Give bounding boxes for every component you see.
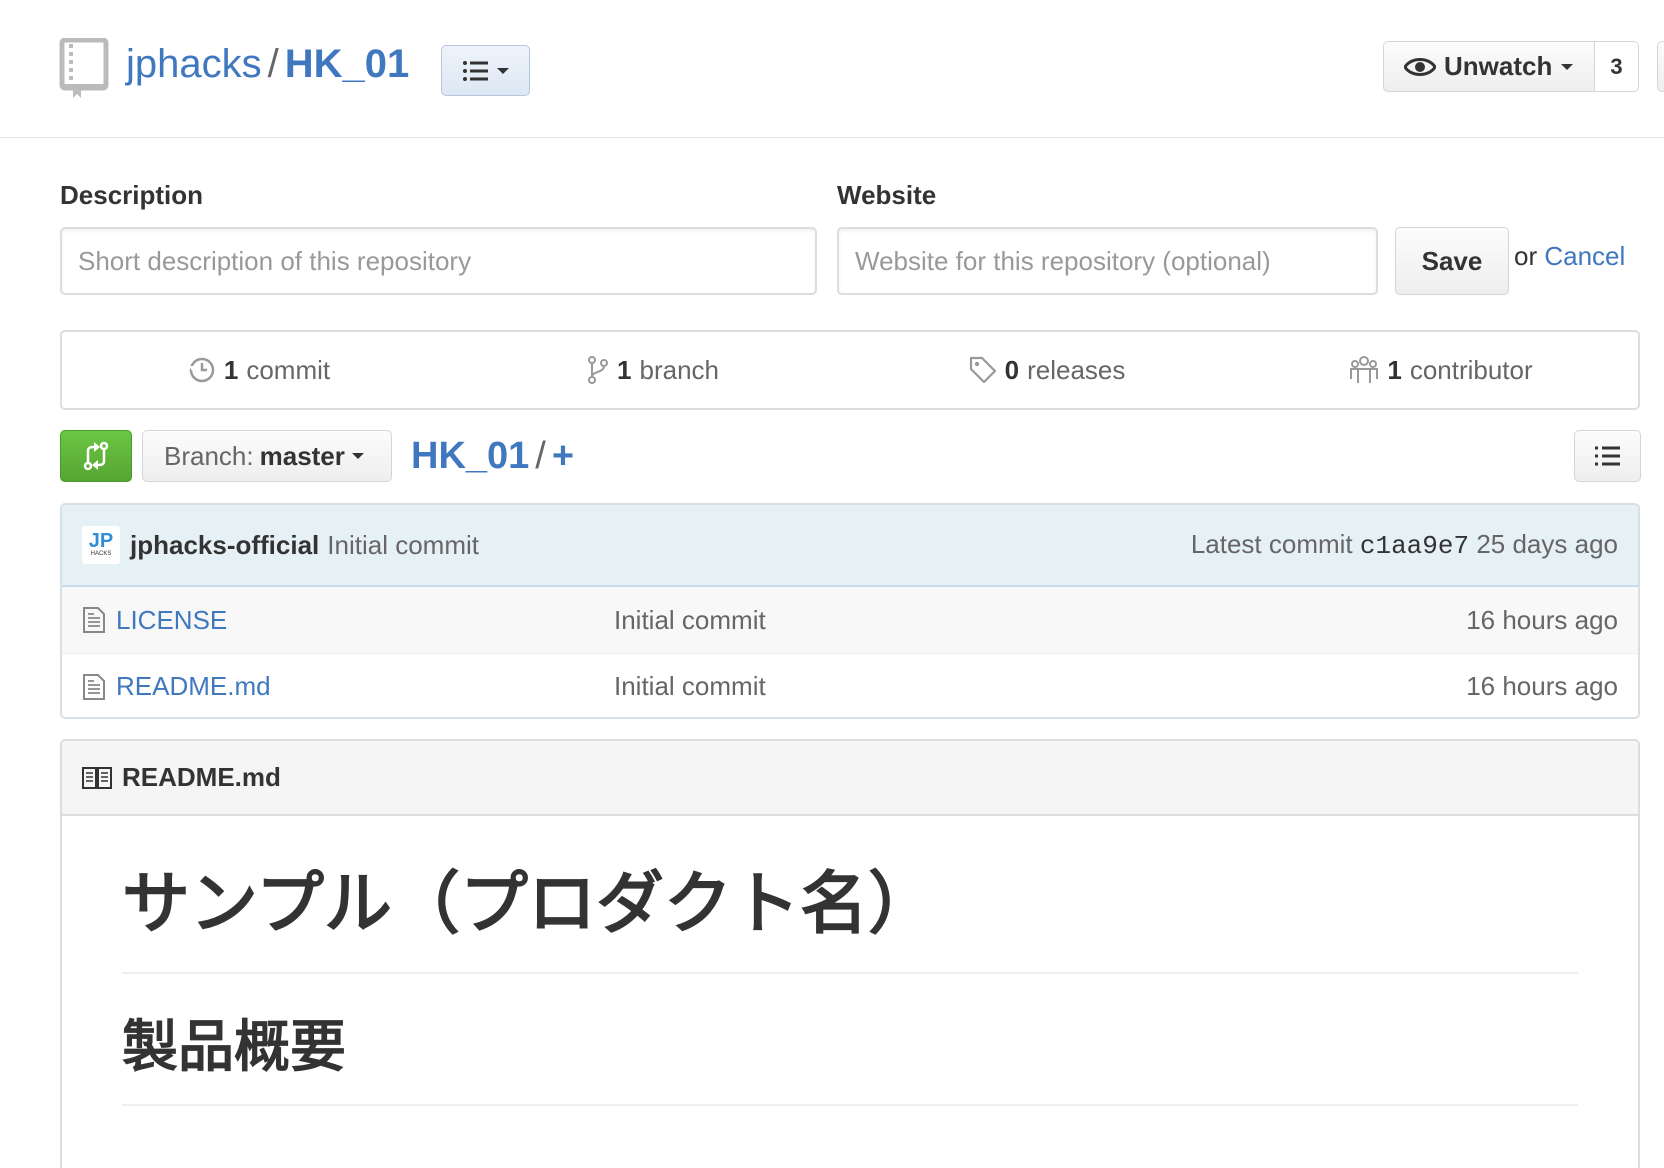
repo-owner-link[interactable]: jphacks bbox=[126, 42, 262, 86]
list-icon bbox=[462, 60, 488, 81]
branches-summary[interactable]: 1 branch bbox=[456, 332, 850, 408]
readme-body: サンプル（プロダクト名） 製品概要 bbox=[62, 860, 1638, 1106]
contributors-count: 1 bbox=[1387, 354, 1402, 385]
or-cancel: or Cancel bbox=[1514, 241, 1625, 272]
latest-commit-prefix: Latest commit bbox=[1190, 529, 1353, 559]
organization-icon bbox=[1350, 356, 1379, 383]
file-breadcrumb: HK_01/+ bbox=[411, 432, 574, 480]
numbers-summary: 1 commit 1 branch 0 releases 1 contribut… bbox=[60, 330, 1640, 410]
description-label: Description bbox=[60, 180, 204, 210]
save-button[interactable]: Save bbox=[1395, 227, 1509, 295]
commit-age: 25 days ago bbox=[1476, 529, 1618, 559]
compare-icon bbox=[83, 441, 109, 471]
description-input[interactable] bbox=[60, 227, 817, 295]
readme-heading-2: 製品概要 bbox=[122, 1010, 1578, 1106]
caret-down-icon bbox=[496, 67, 509, 74]
history-icon bbox=[188, 357, 215, 383]
tag-icon bbox=[969, 356, 996, 384]
readme-heading-1: サンプル（プロダクト名） bbox=[122, 860, 1578, 974]
file-name-cell: LICENSE bbox=[82, 605, 614, 636]
file-table: JP HACKS jphacks-official Initial commit… bbox=[60, 503, 1640, 719]
file-row: LICENSE Initial commit 16 hours ago bbox=[62, 587, 1638, 653]
file-commit-message-link[interactable]: Initial commit bbox=[614, 671, 1466, 702]
branches-count: 1 bbox=[617, 354, 632, 385]
book-icon bbox=[82, 766, 112, 789]
branches-label: branch bbox=[639, 354, 719, 385]
file-age: 16 hours ago bbox=[1466, 604, 1618, 635]
commits-count: 1 bbox=[223, 354, 239, 385]
file-link[interactable]: README.md bbox=[116, 671, 271, 702]
unwatch-label: Unwatch bbox=[1444, 51, 1553, 81]
file-link[interactable]: LICENSE bbox=[116, 605, 227, 636]
repo-book-icon bbox=[59, 38, 109, 98]
breadcrumb-separator: / bbox=[535, 435, 546, 477]
breadcrumb-root-link[interactable]: HK_01 bbox=[411, 435, 529, 477]
file-name-cell: README.md bbox=[82, 671, 614, 702]
file-text-icon bbox=[83, 673, 105, 700]
file-age: 16 hours ago bbox=[1466, 671, 1618, 701]
avatar[interactable]: JP HACKS bbox=[82, 526, 120, 564]
unwatch-button[interactable]: Unwatch bbox=[1383, 41, 1595, 92]
website-label: Website bbox=[837, 180, 937, 210]
watch-count[interactable]: 3 bbox=[1595, 41, 1639, 92]
contributors-summary[interactable]: 1 contributor bbox=[1244, 332, 1638, 408]
compare-pull-request-button[interactable] bbox=[60, 430, 132, 482]
commits-summary[interactable]: 1 commit bbox=[62, 332, 456, 408]
branch-icon bbox=[588, 356, 609, 384]
latest-commit-info: Latest commit c1aa9e7 25 days ago bbox=[1191, 529, 1618, 561]
commits-label: commit bbox=[246, 354, 331, 385]
branch-name: master bbox=[259, 440, 345, 471]
website-input[interactable] bbox=[837, 227, 1378, 295]
branch-prefix: Branch: bbox=[164, 440, 254, 471]
repo-title-separator: / bbox=[267, 42, 279, 86]
releases-label: releases bbox=[1027, 354, 1126, 385]
contributors-label: contributor bbox=[1409, 354, 1533, 385]
repo-menu-button[interactable] bbox=[441, 45, 530, 96]
repo-name-link[interactable]: HK_01 bbox=[285, 42, 410, 86]
branch-select-button[interactable]: Branch: master bbox=[142, 430, 392, 482]
file-row: README.md Initial commit 16 hours ago bbox=[62, 653, 1638, 717]
commit-sha-link[interactable]: c1aa9e7 bbox=[1360, 531, 1469, 561]
avatar-logo-text: JP bbox=[88, 530, 114, 552]
or-text: or bbox=[1514, 241, 1538, 271]
file-commit-message-link[interactable]: Initial commit bbox=[614, 605, 1466, 636]
releases-count: 0 bbox=[1004, 354, 1020, 385]
watch-group: Unwatch 3 bbox=[1383, 41, 1639, 92]
commit-tease: JP HACKS jphacks-official Initial commit… bbox=[62, 505, 1638, 587]
releases-summary[interactable]: 0 releases bbox=[850, 332, 1244, 408]
commit-message-link[interactable]: Initial commit bbox=[327, 530, 479, 561]
readme-filename: README.md bbox=[122, 762, 281, 792]
repo-title: jphacks / HK_01 bbox=[126, 40, 409, 88]
caret-down-icon bbox=[1561, 63, 1574, 70]
eye-icon bbox=[1404, 57, 1436, 76]
avatar-logo-subtext: HACKS bbox=[90, 551, 112, 557]
toggle-list-button[interactable] bbox=[1574, 430, 1641, 482]
star-button[interactable] bbox=[1657, 41, 1664, 92]
new-file-link[interactable]: + bbox=[552, 435, 574, 477]
readme-panel: README.md サンプル（プロダクト名） 製品概要 bbox=[60, 739, 1640, 1168]
list-icon bbox=[1594, 446, 1620, 466]
commit-author-link[interactable]: jphacks-official bbox=[130, 530, 319, 561]
file-text-icon bbox=[83, 607, 105, 633]
cancel-link[interactable]: Cancel bbox=[1544, 241, 1625, 271]
readme-header: README.md bbox=[62, 741, 1638, 816]
caret-down-icon bbox=[351, 453, 364, 459]
